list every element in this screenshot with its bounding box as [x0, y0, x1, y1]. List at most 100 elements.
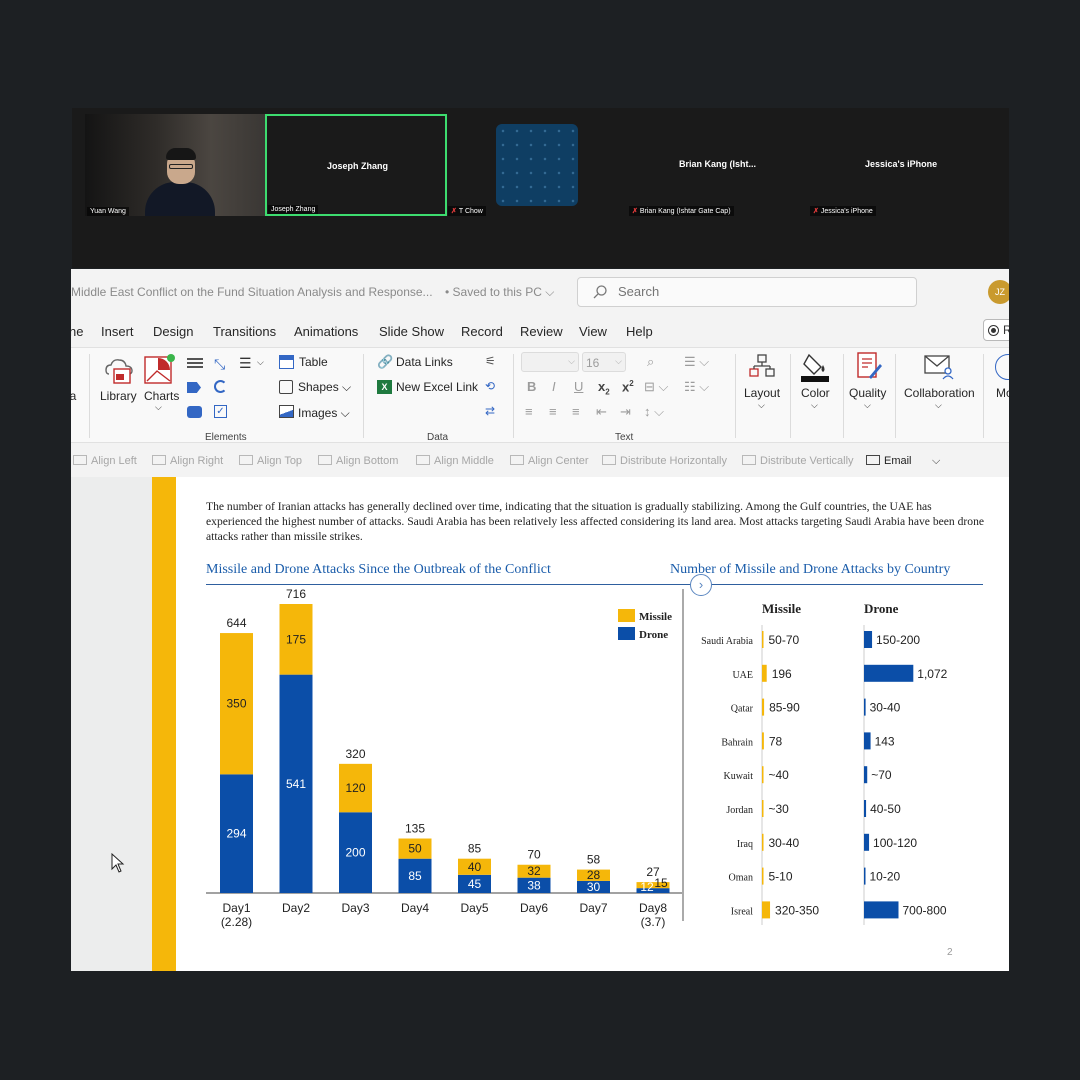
record-button[interactable]: R [983, 319, 1009, 341]
align-right-button[interactable]: Align Right [152, 455, 223, 467]
progress-icon[interactable] [214, 380, 227, 393]
country-label: UAE [732, 670, 753, 681]
tab-review[interactable]: Review [520, 324, 563, 339]
charts-dropdown-icon[interactable]: ⌵ [155, 402, 162, 413]
align-bottom-button[interactable]: Align Bottom [318, 455, 398, 467]
new-excel-link-button[interactable]: New Excel Link [396, 380, 478, 394]
tab-help[interactable]: Help [626, 324, 653, 339]
tab-view[interactable]: View [579, 324, 607, 339]
slide-accent-bar [152, 477, 176, 971]
data-label-missile: 196 [772, 667, 792, 681]
decrease-indent-icon[interactable]: ⇤ [596, 404, 607, 420]
line-spacing-icon[interactable]: ↕ ⌵ [644, 404, 664, 420]
bar-drone [864, 800, 867, 817]
tab-record[interactable]: Record [461, 324, 503, 339]
tab-animations[interactable]: Animations [294, 324, 358, 339]
arrow-shape-icon[interactable] [187, 382, 201, 393]
color-icon [801, 353, 829, 382]
data-label-missile: ~40 [769, 768, 790, 782]
slide[interactable]: The number of Iranian attacks has genera… [152, 477, 1009, 971]
search-input[interactable] [618, 284, 898, 299]
align-left-button[interactable]: Align Left [73, 455, 137, 467]
data-label-total: 27 [646, 865, 660, 879]
tab-insert[interactable]: Insert [101, 324, 134, 339]
charts-button[interactable]: Charts [144, 389, 179, 403]
bar-missile [762, 800, 764, 817]
shapes-button[interactable]: Shapes ⌵ [298, 380, 351, 395]
quality-dropdown-icon[interactable]: ⌵ [864, 400, 871, 411]
slide-intro-text: The number of Iranian attacks has genera… [206, 500, 985, 543]
record-icon [988, 325, 999, 336]
collaboration-dropdown-icon[interactable]: ⌵ [935, 400, 942, 411]
participant-tile-t-chow[interactable]: T Chow [448, 114, 600, 216]
bar-missile [762, 901, 771, 919]
text-box-icon[interactable]: ⊟ ⌵ [644, 379, 668, 395]
align-middle-button[interactable]: Align Middle [416, 455, 494, 467]
data-sync-icon[interactable]: ⇄ [485, 404, 495, 418]
more-button[interactable]: Mo [996, 386, 1009, 400]
data-label-drone: 40-50 [870, 802, 901, 816]
email-button[interactable]: Email [866, 455, 912, 467]
align-top-button[interactable]: Align Top [239, 455, 302, 467]
italic-icon[interactable]: I [552, 379, 556, 394]
align-right-text-icon[interactable]: ≡ [572, 404, 580, 419]
tab-design[interactable]: Design [153, 324, 193, 339]
list-icon[interactable]: ☰ [239, 355, 252, 372]
checkbox-icon[interactable]: ✓ [214, 405, 227, 418]
participant-tile-brian-kang[interactable]: Brian Kang (Isht... Brian Kang (Ishtar G… [627, 114, 807, 216]
flag-icon[interactable] [187, 358, 203, 368]
toolbar-overflow-icon[interactable]: ⌵ [932, 455, 940, 468]
font-size-select[interactable]: 16 ⌵ [582, 352, 626, 372]
participant-tile-joseph-zhang[interactable]: Joseph Zhang Joseph Zhang [265, 114, 447, 216]
color-button[interactable]: Color [801, 386, 830, 400]
participant-video [145, 148, 215, 216]
tab-home[interactable]: ne [71, 324, 83, 339]
quality-button[interactable]: Quality [849, 386, 886, 400]
align-left-text-icon[interactable]: ≡ [525, 404, 533, 419]
align-center-text-icon[interactable]: ≡ [549, 404, 557, 419]
numbering-icon[interactable]: ☷ ⌵ [684, 379, 709, 395]
underline-icon[interactable]: U [574, 379, 583, 394]
data-links-button[interactable]: Data Links [396, 355, 453, 369]
save-status[interactable]: • Saved to this PC ⌵ [445, 285, 554, 300]
images-button[interactable]: Images ⌵ [298, 406, 350, 421]
data-label-drone: 38 [527, 878, 541, 892]
subscript-icon[interactable]: x2 [598, 379, 610, 397]
library-button[interactable]: Library [100, 389, 137, 403]
participant-tile-yuan-wang[interactable]: Yuan Wang [85, 114, 265, 216]
tab-transitions[interactable]: Transitions [213, 324, 276, 339]
ribbon-cut-label[interactable]: la [71, 389, 76, 403]
account-avatar[interactable]: JZ [988, 280, 1009, 304]
data-settings-icon[interactable]: ⚟ [485, 354, 496, 368]
country-label: Jordan [726, 805, 753, 816]
search-box[interactable] [577, 277, 917, 307]
color-dropdown-icon[interactable]: ⌵ [811, 400, 818, 411]
country-label: Bahrain [721, 737, 753, 748]
collaboration-button[interactable]: Collaboration [904, 386, 975, 400]
participant-avatar [496, 124, 578, 206]
bold-icon[interactable]: B [527, 379, 536, 394]
data-refresh-icon[interactable]: ⟲ [485, 379, 495, 393]
increase-indent-icon[interactable]: ⇥ [620, 404, 631, 420]
data-label-total: 70 [527, 848, 541, 862]
layout-button[interactable]: Layout [744, 386, 780, 400]
superscript-icon[interactable]: x2 [622, 379, 634, 394]
distribute-vertically-button[interactable]: Distribute Vertically [742, 455, 854, 467]
arrows-icon[interactable]: ⤡ [214, 356, 225, 373]
align-center-button[interactable]: Align Center [510, 455, 589, 467]
font-family-select[interactable]: ⌵ [521, 352, 579, 372]
bullets-icon[interactable]: ☰ ⌵ [684, 354, 709, 370]
data-label-drone: 100-120 [873, 836, 917, 850]
x-tick-label: Day4 [401, 901, 429, 915]
layout-dropdown-icon[interactable]: ⌵ [758, 400, 765, 411]
table-button[interactable]: Table [299, 355, 328, 369]
tab-slide-show[interactable]: Slide Show [379, 324, 444, 339]
missile-column-header: Missile [762, 601, 801, 616]
left-chart-title: Missile and Drone Attacks Since the Outb… [206, 562, 551, 577]
distribute-horizontally-button[interactable]: Distribute Horizontally [602, 455, 727, 467]
format-painter-icon[interactable]: ⌕ [647, 354, 654, 370]
data-links-icon: 🔗 [377, 354, 394, 369]
list-dropdown-icon[interactable]: ⌵ [257, 357, 264, 368]
participant-tile-jessica-iphone[interactable]: Jessica's iPhone Jessica's iPhone [808, 114, 988, 216]
textbox-icon[interactable] [187, 406, 202, 418]
